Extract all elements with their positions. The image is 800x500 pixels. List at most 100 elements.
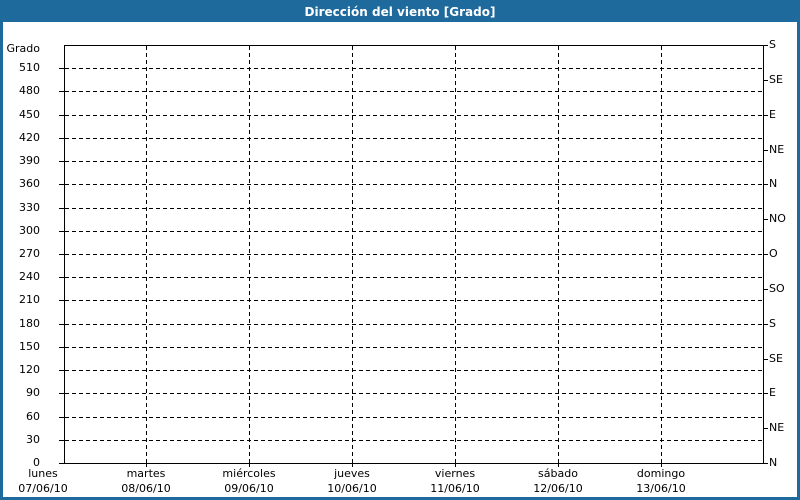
x-axis-day-label: viernes bbox=[434, 467, 476, 480]
y-axis-tick bbox=[59, 463, 64, 464]
right-axis-compass-label: SE bbox=[769, 352, 783, 365]
right-axis-tick bbox=[763, 219, 768, 220]
y-axis-tick-label: 480 bbox=[19, 84, 40, 97]
y-axis-tick-label: 120 bbox=[19, 363, 40, 376]
y-axis-tick-label: 90 bbox=[26, 386, 40, 399]
plot-area bbox=[64, 45, 764, 464]
x-axis-date-label: 13/06/10 bbox=[636, 482, 686, 495]
horizontal-gridline bbox=[65, 417, 763, 418]
vertical-gridline bbox=[455, 46, 456, 463]
right-axis-compass-label: N bbox=[769, 177, 778, 190]
x-axis-day-label: domingo bbox=[636, 467, 686, 480]
x-axis-day-label: sábado bbox=[538, 467, 578, 480]
y-axis-tick bbox=[59, 277, 64, 278]
y-axis-tick bbox=[59, 184, 64, 185]
horizontal-gridline bbox=[65, 277, 763, 278]
right-axis-tick bbox=[763, 393, 768, 394]
right-axis-compass-label: SE bbox=[769, 73, 783, 86]
right-axis-compass-label: NE bbox=[769, 143, 785, 156]
horizontal-gridline bbox=[65, 161, 763, 162]
right-axis-tick bbox=[763, 463, 768, 464]
horizontal-gridline bbox=[65, 324, 763, 325]
horizontal-gridline bbox=[65, 208, 763, 209]
horizontal-gridline bbox=[65, 91, 763, 92]
right-axis-compass-label: NE bbox=[769, 421, 785, 434]
y-axis-tick-label: 180 bbox=[19, 317, 40, 330]
right-axis-compass-label: S bbox=[769, 317, 776, 330]
right-axis-compass-label: NO bbox=[769, 212, 786, 225]
horizontal-gridline bbox=[65, 115, 763, 116]
x-axis-date-label: 09/06/10 bbox=[224, 482, 274, 495]
x-axis-date-label: 12/06/10 bbox=[533, 482, 583, 495]
y-axis-tick-label: 270 bbox=[19, 247, 40, 260]
horizontal-gridline bbox=[65, 68, 763, 69]
y-axis-tick-label: 210 bbox=[19, 293, 40, 306]
right-axis-tick bbox=[763, 359, 768, 360]
y-axis-tick-label: 510 bbox=[19, 61, 40, 74]
right-axis-tick bbox=[763, 184, 768, 185]
y-axis-tick-label: 300 bbox=[19, 224, 40, 237]
y-axis-tick bbox=[59, 324, 64, 325]
vertical-gridline bbox=[352, 46, 353, 463]
y-axis-tick-label: 360 bbox=[19, 177, 40, 190]
chart-title: Dirección del viento [Grado] bbox=[3, 3, 797, 22]
horizontal-gridline bbox=[65, 231, 763, 232]
y-axis-tick-label: 420 bbox=[19, 131, 40, 144]
x-axis-date-label: 11/06/10 bbox=[430, 482, 480, 495]
y-axis-tick bbox=[59, 68, 64, 69]
right-axis-compass-label: N bbox=[769, 456, 778, 469]
right-axis-compass-label: O bbox=[769, 247, 778, 260]
y-axis-tick bbox=[59, 231, 64, 232]
y-axis-tick bbox=[59, 300, 64, 301]
right-axis-compass-label: E bbox=[769, 108, 776, 121]
horizontal-gridline bbox=[65, 254, 763, 255]
right-axis-compass-label: S bbox=[769, 38, 776, 51]
y-axis-tick bbox=[59, 347, 64, 348]
y-axis-tick-label: 240 bbox=[19, 270, 40, 283]
y-axis-tick bbox=[59, 138, 64, 139]
vertical-gridline bbox=[558, 46, 559, 463]
right-axis-tick bbox=[763, 254, 768, 255]
horizontal-gridline bbox=[65, 300, 763, 301]
x-axis-day-label: martes bbox=[126, 467, 166, 480]
x-axis-day-label: lunes bbox=[28, 467, 58, 480]
y-axis-tick-label: 150 bbox=[19, 340, 40, 353]
right-axis-tick bbox=[763, 428, 768, 429]
y-axis-tick-label: 390 bbox=[19, 154, 40, 167]
right-axis-tick bbox=[763, 45, 768, 46]
horizontal-gridline bbox=[65, 184, 763, 185]
horizontal-gridline bbox=[65, 138, 763, 139]
y-axis-tick-label: 60 bbox=[26, 410, 40, 423]
right-axis-compass-label: E bbox=[769, 386, 776, 399]
y-axis-tick bbox=[59, 115, 64, 116]
y-axis-tick bbox=[59, 440, 64, 441]
y-axis-tick bbox=[59, 254, 64, 255]
right-axis-tick bbox=[763, 324, 768, 325]
y-axis-tick bbox=[59, 393, 64, 394]
y-axis-tick-label: 450 bbox=[19, 108, 40, 121]
horizontal-gridline bbox=[65, 440, 763, 441]
right-axis-compass-label: SO bbox=[769, 282, 785, 295]
x-axis-date-label: 10/06/10 bbox=[327, 482, 377, 495]
vertical-gridline bbox=[249, 46, 250, 463]
x-axis-date-label: 08/06/10 bbox=[121, 482, 171, 495]
y-axis-tick bbox=[59, 208, 64, 209]
chart-window: Dirección del viento [Grado] Grado 0 30 60… bbox=[0, 0, 800, 500]
x-axis-day-label: jueves bbox=[334, 467, 370, 480]
vertical-gridline bbox=[146, 46, 147, 463]
x-axis-day-label: miércoles bbox=[222, 467, 276, 480]
x-axis-date-label: 07/06/10 bbox=[18, 482, 68, 495]
horizontal-gridline bbox=[65, 347, 763, 348]
right-axis-tick bbox=[763, 80, 768, 81]
horizontal-gridline bbox=[65, 370, 763, 371]
horizontal-gridline bbox=[65, 393, 763, 394]
y-axis-tick bbox=[59, 161, 64, 162]
right-axis-tick bbox=[763, 289, 768, 290]
right-axis-tick bbox=[763, 150, 768, 151]
y-axis-tick-label: 30 bbox=[26, 433, 40, 446]
y-axis-title: Grado bbox=[6, 42, 41, 55]
y-axis-tick-label: 330 bbox=[19, 201, 40, 214]
y-axis-tick bbox=[59, 91, 64, 92]
right-axis-tick bbox=[763, 115, 768, 116]
y-axis-tick bbox=[59, 370, 64, 371]
